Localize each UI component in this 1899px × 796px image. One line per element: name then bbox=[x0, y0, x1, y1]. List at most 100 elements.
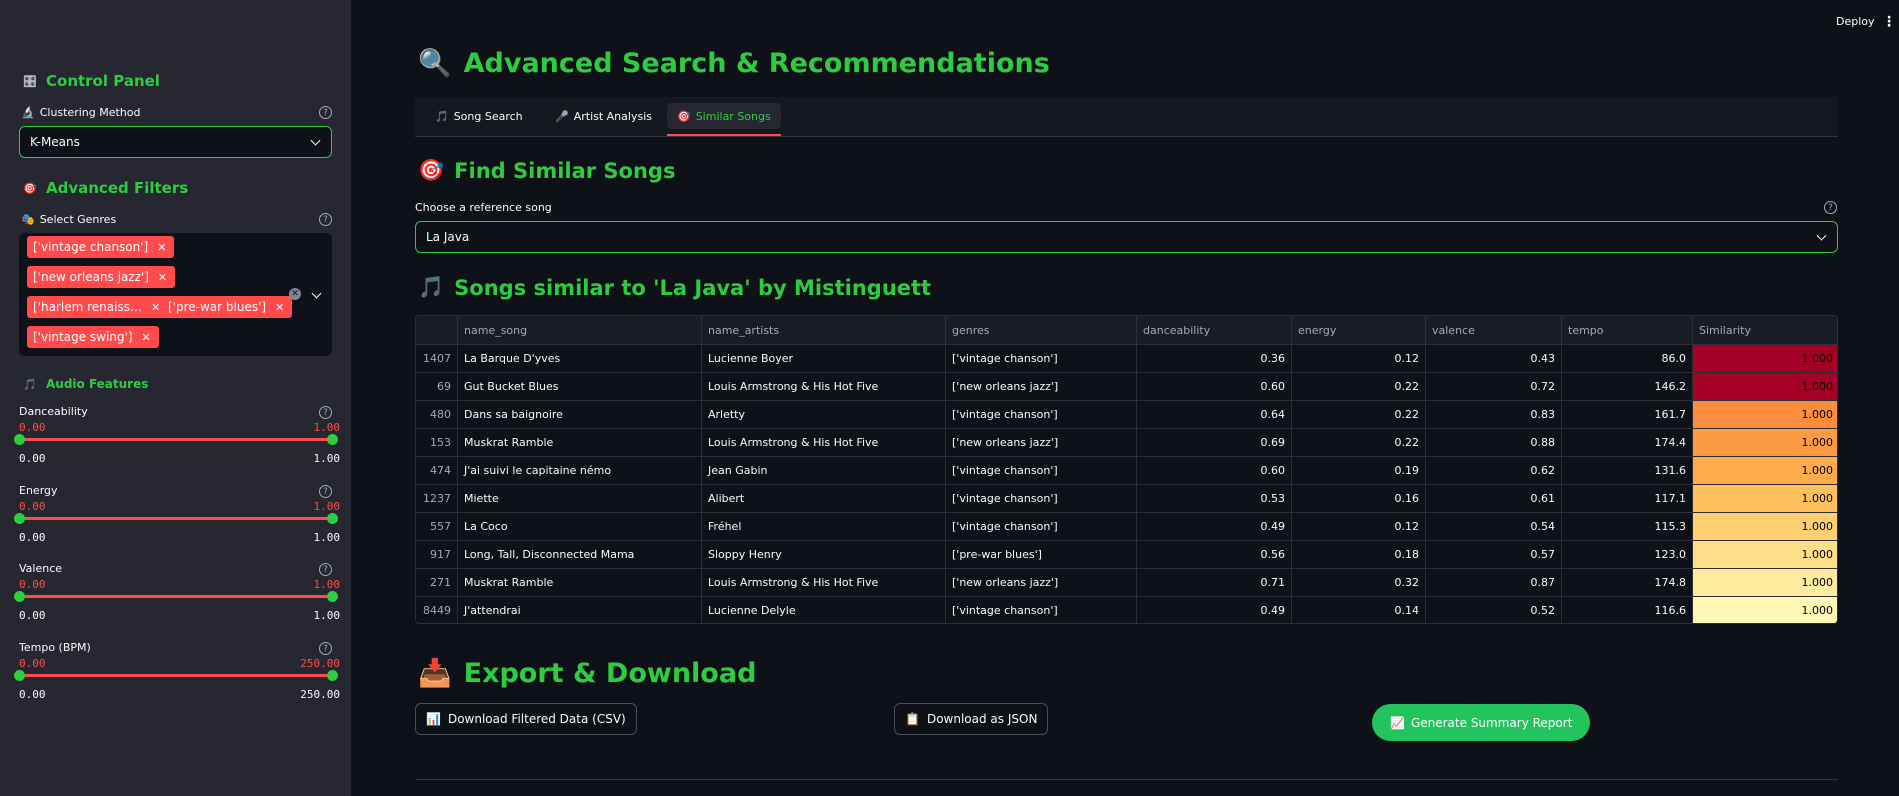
row-index[interactable]: 557 bbox=[416, 513, 458, 540]
table-row[interactable]: 1407 La Barque D'yves Lucienne Boyer ['vint… bbox=[416, 345, 1837, 373]
cell-danceability[interactable]: 0.56 bbox=[1137, 541, 1292, 568]
row-index[interactable]: 1237 bbox=[416, 485, 458, 512]
similar-songs-table[interactable]: name_song name_artists genres danceabili… bbox=[415, 315, 1838, 624]
slider-high-handle[interactable] bbox=[327, 513, 338, 524]
download-json-button[interactable]: 📋 Download as JSON bbox=[894, 703, 1049, 735]
remove-tag-icon[interactable]: ✕ bbox=[157, 241, 166, 254]
genre-tag[interactable]: ['harlem renaiss… ✕ bbox=[27, 296, 169, 318]
cell-energy[interactable]: 0.12 bbox=[1292, 513, 1426, 540]
cell-name-artists[interactable]: Lucienne Boyer bbox=[702, 345, 946, 372]
slider-low-handle[interactable] bbox=[14, 513, 25, 524]
genre-tag[interactable]: ['vintage chanson'] ✕ bbox=[27, 236, 175, 258]
tab-song-search[interactable]: 🎵 Song Search bbox=[425, 103, 533, 129]
cell-genres[interactable]: ['vintage chanson'] bbox=[946, 485, 1137, 512]
remove-tag-icon[interactable]: ✕ bbox=[151, 301, 160, 314]
column-header-genres[interactable]: genres bbox=[946, 316, 1137, 344]
cell-energy[interactable]: 0.16 bbox=[1292, 485, 1426, 512]
cell-name-song[interactable]: Dans sa baignoire bbox=[458, 401, 702, 428]
cell-genres[interactable]: ['new orleans jazz'] bbox=[946, 569, 1137, 596]
slider-low-handle[interactable] bbox=[14, 670, 25, 681]
table-row[interactable]: 271 Muskrat Ramble Louis Armstrong & His H… bbox=[416, 569, 1837, 597]
cell-danceability[interactable]: 0.60 bbox=[1137, 457, 1292, 484]
row-index[interactable]: 1407 bbox=[416, 345, 458, 372]
cell-danceability[interactable]: 0.53 bbox=[1137, 485, 1292, 512]
slider-track[interactable] bbox=[19, 517, 332, 520]
cell-similarity[interactable]: 1.000 bbox=[1693, 457, 1837, 484]
row-index[interactable]: 153 bbox=[416, 429, 458, 456]
cell-energy[interactable]: 0.12 bbox=[1292, 345, 1426, 372]
cell-tempo[interactable]: 86.0 bbox=[1562, 345, 1693, 372]
cell-genres[interactable]: ['new orleans jazz'] bbox=[946, 373, 1137, 400]
cell-genres[interactable]: ['vintage chanson'] bbox=[946, 345, 1137, 372]
slider-high-handle[interactable] bbox=[327, 591, 338, 602]
cell-energy[interactable]: 0.19 bbox=[1292, 457, 1426, 484]
genres-help-icon[interactable]: ? bbox=[319, 213, 332, 226]
row-index[interactable]: 271 bbox=[416, 569, 458, 596]
table-row[interactable]: 917 Long, Tall, Disconnected Mama Sloppy H… bbox=[416, 541, 1837, 569]
cell-valence[interactable]: 0.52 bbox=[1426, 597, 1562, 623]
cell-name-artists[interactable]: Alibert bbox=[702, 485, 946, 512]
remove-tag-icon[interactable]: ✕ bbox=[158, 271, 167, 284]
cell-genres[interactable]: ['vintage chanson'] bbox=[946, 457, 1137, 484]
cell-energy[interactable]: 0.32 bbox=[1292, 569, 1426, 596]
cell-valence[interactable]: 0.57 bbox=[1426, 541, 1562, 568]
cell-name-song[interactable]: La Coco bbox=[458, 513, 702, 540]
cell-genres[interactable]: ['vintage chanson'] bbox=[946, 597, 1137, 623]
clear-all-icon[interactable]: ✕ bbox=[289, 288, 301, 300]
cell-danceability[interactable]: 0.69 bbox=[1137, 429, 1292, 456]
cell-tempo[interactable]: 161.7 bbox=[1562, 401, 1693, 428]
cell-genres[interactable]: ['new orleans jazz'] bbox=[946, 429, 1137, 456]
cell-energy[interactable]: 0.22 bbox=[1292, 401, 1426, 428]
row-index[interactable]: 69 bbox=[416, 373, 458, 400]
genre-tag[interactable]: ['new orleans jazz'] ✕ bbox=[27, 266, 176, 288]
cell-tempo[interactable]: 115.3 bbox=[1562, 513, 1693, 540]
cell-tempo[interactable]: 123.0 bbox=[1562, 541, 1693, 568]
energy-help-icon[interactable]: ? bbox=[319, 485, 332, 498]
column-header-name-song[interactable]: name_song bbox=[458, 316, 702, 344]
table-row[interactable]: 1237 Miette Alibert ['vintage chanson'] 0.53… bbox=[416, 485, 1837, 513]
cell-genres[interactable]: ['vintage chanson'] bbox=[946, 513, 1137, 540]
clustering-help-icon[interactable]: ? bbox=[319, 106, 332, 119]
tempo-help-icon[interactable]: ? bbox=[319, 642, 332, 655]
column-header-danceability[interactable]: danceability bbox=[1137, 316, 1292, 344]
cell-similarity[interactable]: 1.000 bbox=[1693, 485, 1837, 512]
row-index[interactable]: 8449 bbox=[416, 597, 458, 623]
cell-name-artists[interactable]: Sloppy Henry bbox=[702, 541, 946, 568]
cell-name-artists[interactable]: Jean Gabin bbox=[702, 457, 946, 484]
slider-track[interactable] bbox=[19, 595, 332, 598]
valence-slider[interactable]: Valence ? 0.00 1.00 0.00 1.00 bbox=[14, 562, 340, 626]
remove-tag-icon[interactable]: ✕ bbox=[142, 331, 151, 344]
row-index[interactable]: 480 bbox=[416, 401, 458, 428]
cell-similarity[interactable]: 1.000 bbox=[1693, 345, 1837, 372]
cell-valence[interactable]: 0.87 bbox=[1426, 569, 1562, 596]
cell-valence[interactable]: 0.62 bbox=[1426, 457, 1562, 484]
cell-valence[interactable]: 0.43 bbox=[1426, 345, 1562, 372]
genre-tag[interactable]: ['vintage swing'] ✕ bbox=[27, 326, 159, 348]
download-csv-button[interactable]: 📊 Download Filtered Data (CSV) bbox=[415, 703, 637, 735]
cell-tempo[interactable]: 174.4 bbox=[1562, 429, 1693, 456]
slider-low-handle[interactable] bbox=[14, 591, 25, 602]
slider-low-handle[interactable] bbox=[14, 434, 25, 445]
remove-tag-icon[interactable]: ✕ bbox=[275, 301, 284, 314]
cell-name-song[interactable]: Muskrat Ramble bbox=[458, 569, 702, 596]
cell-danceability[interactable]: 0.36 bbox=[1137, 345, 1292, 372]
deploy-button[interactable]: Deploy bbox=[1836, 15, 1875, 28]
cell-similarity[interactable]: 1.000 bbox=[1693, 429, 1837, 456]
cell-name-artists[interactable]: Fréhel bbox=[702, 513, 946, 540]
cell-similarity[interactable]: 1.000 bbox=[1693, 541, 1837, 568]
tab-similar-songs[interactable]: 🎯 Similar Songs bbox=[667, 103, 781, 136]
cell-danceability[interactable]: 0.71 bbox=[1137, 569, 1292, 596]
column-header-tempo[interactable]: tempo bbox=[1562, 316, 1693, 344]
cell-genres[interactable]: ['pre-war blues'] bbox=[946, 541, 1137, 568]
cell-danceability[interactable]: 0.49 bbox=[1137, 513, 1292, 540]
column-header-name-artists[interactable]: name_artists bbox=[702, 316, 946, 344]
cell-similarity[interactable]: 1.000 bbox=[1693, 597, 1837, 623]
cell-tempo[interactable]: 117.1 bbox=[1562, 485, 1693, 512]
cell-name-song[interactable]: J'ai suivi le capitaine némo bbox=[458, 457, 702, 484]
table-row[interactable]: 474 J'ai suivi le capitaine némo Jean Gabi… bbox=[416, 457, 1837, 485]
clustering-method-select[interactable]: K-Means bbox=[19, 126, 332, 158]
column-header-energy[interactable]: energy bbox=[1292, 316, 1426, 344]
column-header-similarity[interactable]: Similarity bbox=[1693, 316, 1837, 344]
reference-song-select[interactable]: La Java bbox=[415, 221, 1838, 253]
cell-name-artists[interactable]: Louis Armstrong & His Hot Five bbox=[702, 569, 946, 596]
